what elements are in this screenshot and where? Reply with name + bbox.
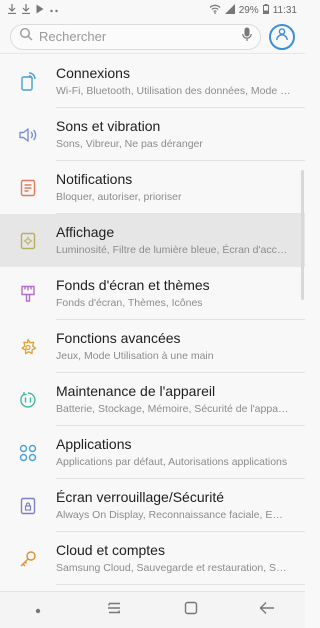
settings-item-title: Maintenance de l'appareil [56,382,216,399]
notifications-icon [0,178,56,198]
settings-item-subtitle: Samsung Cloud, Sauvegarde et restauratio… [56,561,291,574]
recent-apps-icon [106,601,122,620]
settings-item-subtitle: Wi-Fi, Bluetooth, Utilisation des donnée… [56,84,291,97]
search-bar[interactable] [10,23,261,50]
settings-list: Connexions Wi-Fi, Bluetooth, Utilisation… [0,55,305,585]
settings-item-fonctions-avancees[interactable]: Fonctions avancées Jeux, Mode Utilisatio… [0,320,305,373]
settings-item-title: Connexions [56,64,130,81]
battery-level: 29% [238,4,259,16]
key-icon [0,549,56,569]
settings-item-title: Sons et vibration [56,117,161,134]
scrollbar[interactable] [301,170,304,300]
play-store-icon [36,4,44,16]
microphone-icon[interactable] [242,27,252,47]
settings-item-notifications[interactable]: Notifications Bloquer, autoriser, priori… [0,161,305,214]
settings-item-maintenance[interactable]: Maintenance de l'appareil Batterie, Stoc… [0,373,305,426]
advanced-features-icon [0,337,56,357]
download-icon [22,4,30,16]
settings-item-subtitle: Bloquer, autoriser, prioriser [56,190,182,203]
settings-item-title: Écran verrouillage/Sécurité [56,488,225,505]
settings-item-title: Fonds d'écran et thèmes [56,276,210,293]
settings-item-texts: Connexions Wi-Fi, Bluetooth, Utilisation… [56,55,305,108]
settings-item-cloud-comptes[interactable]: Cloud et comptes Samsung Cloud, Sauvegar… [0,532,305,585]
device-maintenance-icon [0,390,56,410]
settings-item-subtitle: Jeux, Mode Utilisation à une main [56,349,214,362]
settings-item-texts: Applications Applications par défaut, Au… [56,426,305,479]
nav-dot-button[interactable] [18,595,58,625]
settings-item-texts: Notifications Bloquer, autoriser, priori… [56,161,305,214]
settings-item-affichage[interactable]: Affichage Luminosité, Filtre de lumière … [0,214,305,267]
account-button[interactable] [269,23,295,50]
search-row [0,20,305,54]
lock-icon [0,496,56,516]
settings-item-texts: Cloud et comptes Samsung Cloud, Sauvegar… [56,532,305,585]
settings-item-connexions[interactable]: Connexions Wi-Fi, Bluetooth, Utilisation… [0,55,305,108]
settings-item-fonds-ecran-themes[interactable]: Fonds d'écran et thèmes Fonds d'écran, T… [0,267,305,320]
settings-item-subtitle: Applications par défaut, Autorisations a… [56,455,288,468]
status-left [8,4,58,16]
navigation-bar [0,591,305,628]
download-icon [8,4,16,16]
dot-icon [35,601,41,619]
search-input[interactable] [39,29,236,44]
account-icon [275,27,289,46]
settings-item-title: Cloud et comptes [56,541,165,558]
settings-item-subtitle: Batterie, Stockage, Mémoire, Sécurité de… [56,402,291,415]
connections-icon [0,71,56,92]
settings-item-title: Applications [56,435,132,452]
battery-icon [262,3,269,17]
settings-item-texts: Maintenance de l'appareil Batterie, Stoc… [56,373,305,426]
settings-item-subtitle: Always On Display, Reconnaissance facial… [56,508,291,521]
wallpaper-icon [0,284,56,304]
wifi-icon [209,4,221,17]
signal-icon [224,3,235,17]
apps-icon [0,443,56,463]
settings-item-title: Notifications [56,170,133,187]
settings-item-sons-vibration[interactable]: Sons et vibration Sons, Vibreur, Ne pas … [0,108,305,161]
display-icon [0,231,56,251]
more-notifications-icon [50,5,58,15]
settings-item-texts: Sons et vibration Sons, Vibreur, Ne pas … [56,108,305,161]
home-button[interactable] [171,595,211,625]
recent-apps-button[interactable] [94,595,134,625]
clock: 11:31 [272,4,297,16]
settings-item-texts: Affichage Luminosité, Filtre de lumière … [56,214,305,267]
settings-item-subtitle: Sons, Vibreur, Ne pas déranger [56,137,203,150]
settings-item-applications[interactable]: Applications Applications par défaut, Au… [0,426,305,479]
back-button[interactable] [247,595,287,625]
settings-item-texts: Écran verrouillage/Sécurité Always On Di… [56,479,305,532]
search-icon [19,27,33,46]
status-right: 29% 11:31 [209,3,297,17]
settings-item-ecran-verrouillage[interactable]: Écran verrouillage/Sécurité Always On Di… [0,479,305,532]
status-bar: 29% 11:31 [0,0,305,20]
settings-item-subtitle: Fonds d'écran, Thèmes, Icônes [56,296,203,309]
settings-item-texts: Fonctions avancées Jeux, Mode Utilisatio… [56,320,305,373]
home-icon [184,601,198,620]
settings-item-title: Fonctions avancées [56,329,181,346]
back-arrow-icon [259,601,275,620]
settings-item-subtitle: Luminosité, Filtre de lumière bleue, Écr… [56,243,291,256]
sound-icon [0,125,56,145]
settings-item-title: Affichage [56,223,115,240]
settings-item-texts: Fonds d'écran et thèmes Fonds d'écran, T… [56,267,305,320]
